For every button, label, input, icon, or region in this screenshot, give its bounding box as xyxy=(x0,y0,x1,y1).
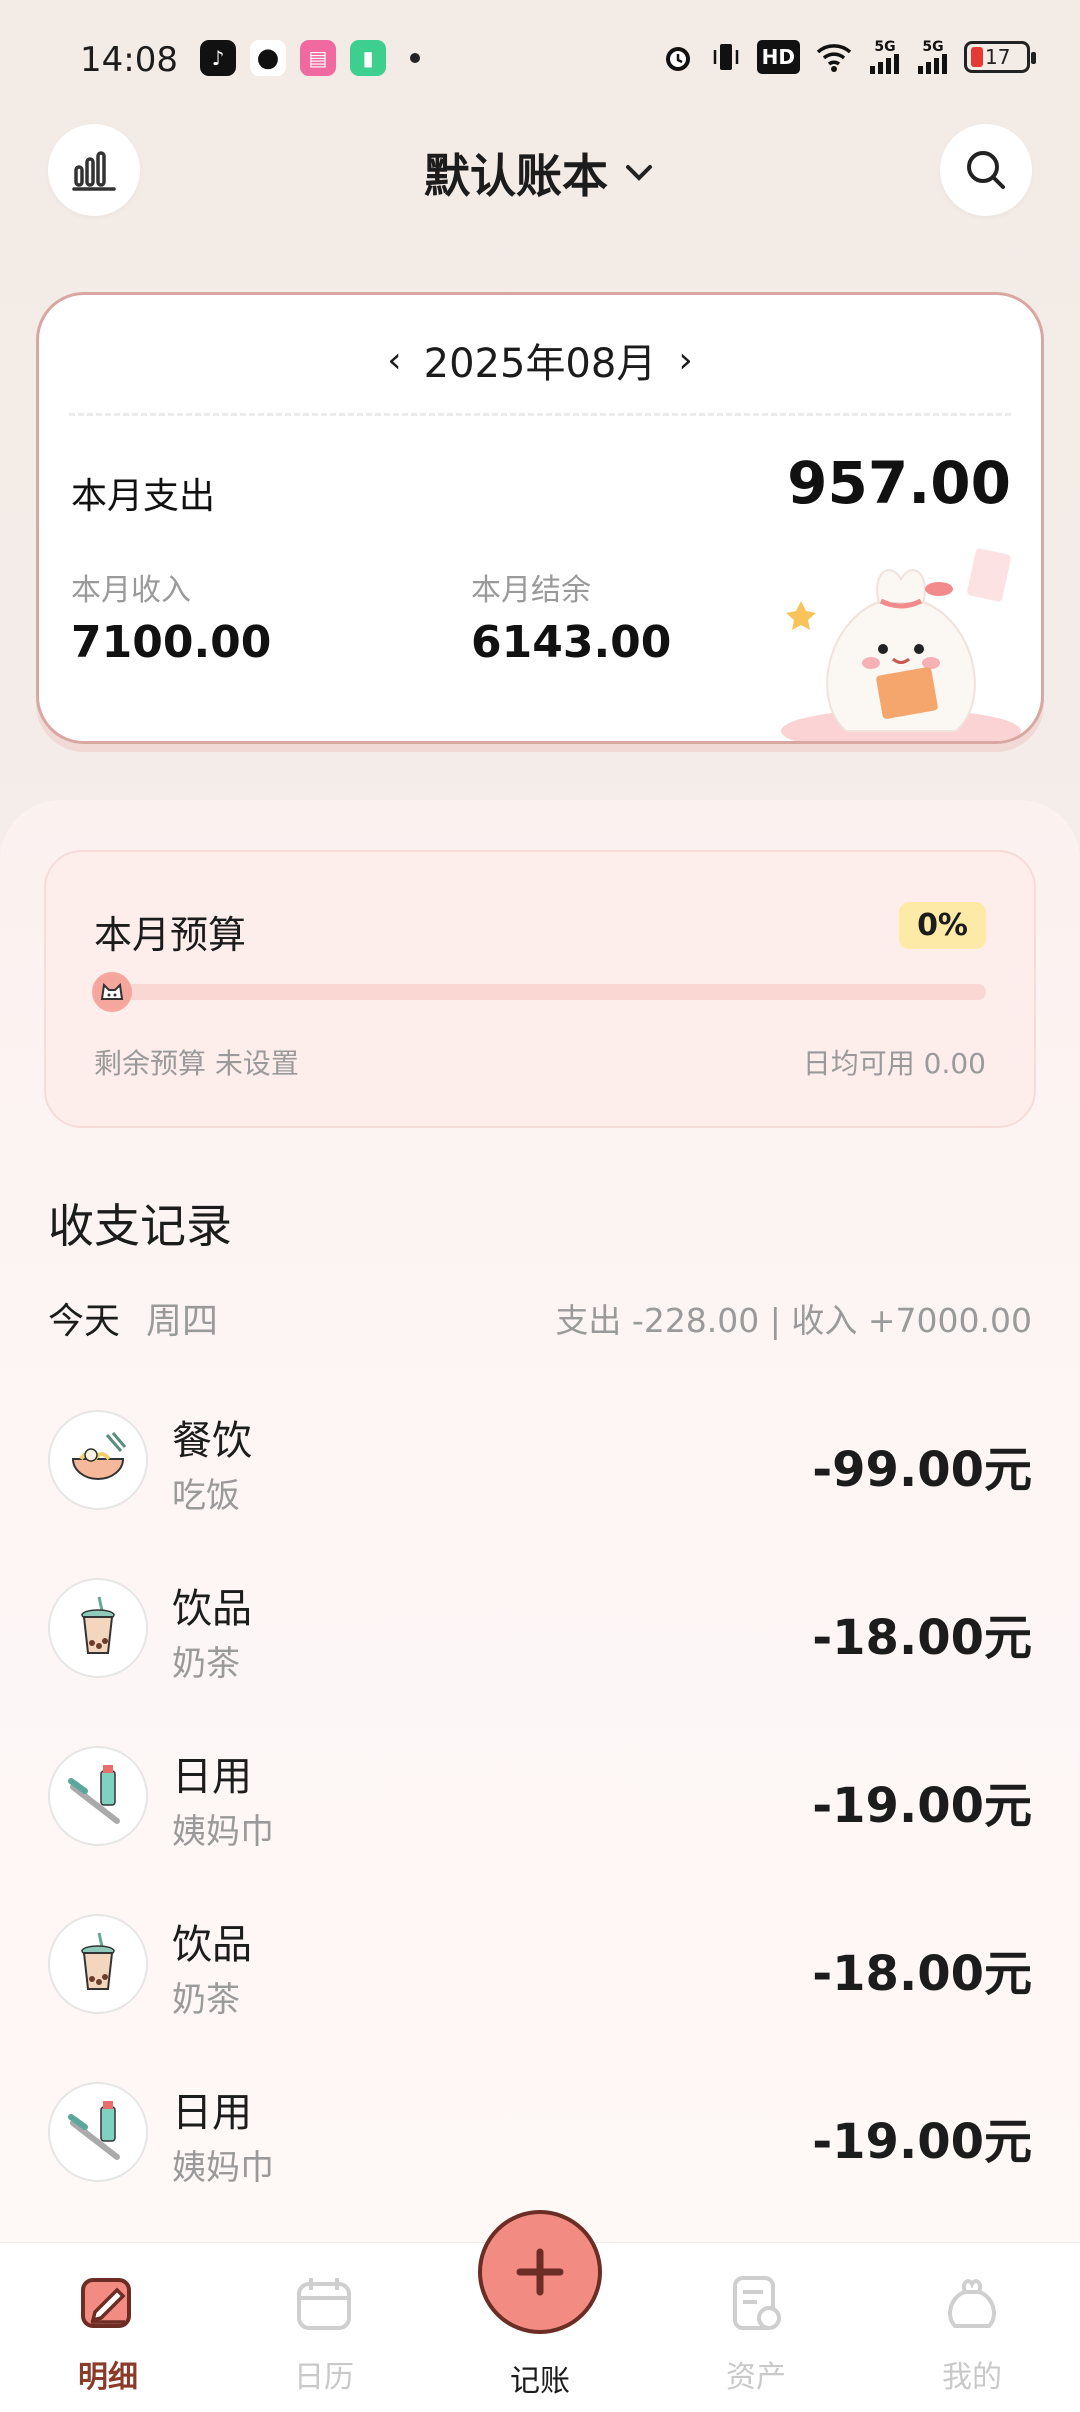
record-note: 姨妈巾 xyxy=(172,2148,274,2188)
toothbrush-icon xyxy=(48,1746,148,1846)
record-note: 姨妈巾 xyxy=(172,1812,274,1852)
expense-value: 957.00 xyxy=(787,449,1011,517)
calendar-icon xyxy=(297,2278,351,2330)
record-note: 吃饭 xyxy=(172,1476,240,1516)
app-icon: ▤ xyxy=(300,40,336,76)
budget-daily-available: 日均可用 0.00 xyxy=(802,1047,986,1080)
month-label[interactable]: 2025年08月 xyxy=(424,331,657,389)
chevron-down-icon xyxy=(626,165,652,181)
add-record-button[interactable] xyxy=(478,2210,602,2334)
nav-details[interactable]: 明细 xyxy=(0,2242,216,2412)
signal-icon-1: 5G xyxy=(868,40,902,74)
network-label-2: 5G xyxy=(922,39,944,55)
add-record-label: 记账 xyxy=(510,2364,570,2399)
bubble-tea-icon xyxy=(48,1578,148,1678)
battery-app-icon: ▮ xyxy=(350,40,386,76)
records-title: 收支记录 xyxy=(48,1199,232,1253)
day-label: 今天 xyxy=(48,1301,121,1342)
hd-icon: HD xyxy=(756,40,800,74)
alarm-icon xyxy=(661,40,695,74)
profile-bag-icon xyxy=(948,2279,996,2328)
nav-details-label: 明细 xyxy=(78,2360,138,2395)
record-amount: -19.00元 xyxy=(812,1778,1032,1834)
tiktok-icon: ♪ xyxy=(200,40,236,76)
budget-percent-badge: 0% xyxy=(899,902,986,949)
status-bar: 14:08 ♪ ● ▤ ▮ HD 5G 5G 17 xyxy=(0,0,1080,120)
month-switcher: ‹ 2025年08月 › xyxy=(39,331,1041,389)
record-note: 奶茶 xyxy=(172,1980,240,2020)
record-item[interactable]: 餐饮 吃饭 -99.00元 xyxy=(0,1390,1080,1540)
status-time: 14:08 xyxy=(80,40,178,80)
expense-label: 本月支出 xyxy=(71,476,216,517)
nav-assets[interactable]: 资产 xyxy=(648,2242,864,2412)
network-label-1: 5G xyxy=(874,39,896,55)
budget-progress-bar xyxy=(98,984,986,1000)
assets-document-icon xyxy=(733,2276,781,2330)
record-item[interactable]: 日用 姨妈巾 -19.00元 xyxy=(0,2062,1080,2212)
mascot-illustration xyxy=(781,548,1021,741)
record-item[interactable]: 饮品 奶茶 -18.00元 xyxy=(0,1558,1080,1708)
day-summary: 支出 -228.00 | 收入 +7000.00 xyxy=(555,1301,1032,1340)
income-value: 7100.00 xyxy=(71,617,272,668)
record-category: 日用 xyxy=(172,2090,252,2136)
search-button[interactable] xyxy=(940,124,1032,216)
record-category: 餐饮 xyxy=(172,1418,252,1464)
record-category: 饮品 xyxy=(172,1586,252,1632)
system-icons: HD 5G 5G 17 xyxy=(661,40,1036,74)
search-icon xyxy=(967,151,1005,189)
notification-icons: ♪ ● ▤ ▮ xyxy=(200,40,420,76)
ledger-title: 默认账本 xyxy=(424,149,608,203)
record-item[interactable]: 饮品 奶茶 -18.00元 xyxy=(0,1894,1080,2044)
toothbrush-icon xyxy=(48,2082,148,2182)
battery-icon: 17 xyxy=(964,41,1036,73)
signal-icon-2: 5G xyxy=(916,40,950,74)
battery-level: 17 xyxy=(985,45,1011,69)
monthly-summary-card: ‹ 2025年08月 › 本月支出 957.00 本月收入 7100.00 本月… xyxy=(36,292,1044,744)
nav-calendar[interactable]: 日历 xyxy=(216,2242,432,2412)
budget-card[interactable]: 本月预算 0% 剩余预算 未设置 日均可用 0.00 xyxy=(44,850,1036,1128)
day-weekday: 周四 xyxy=(146,1301,219,1342)
balance-label: 本月结余 xyxy=(471,573,591,608)
prev-month-icon[interactable]: ‹ xyxy=(387,340,401,381)
balance-value: 6143.00 xyxy=(471,617,672,668)
divider xyxy=(69,413,1011,416)
record-amount: -18.00元 xyxy=(812,1946,1032,2002)
wechat-icon: ● xyxy=(250,40,286,76)
vibrate-icon xyxy=(709,40,743,74)
nav-me[interactable]: 我的 xyxy=(864,2242,1080,2412)
income-label: 本月收入 xyxy=(71,573,191,608)
record-amount: -99.00元 xyxy=(812,1442,1032,1498)
nav-me-label: 我的 xyxy=(942,2360,1002,2395)
record-category: 日用 xyxy=(172,1754,252,1800)
ledger-selector[interactable]: 默认账本 xyxy=(0,140,1080,206)
more-dot-icon xyxy=(410,53,420,63)
noodle-bowl-icon xyxy=(48,1410,148,1510)
bubble-tea-icon xyxy=(48,1914,148,2014)
nav-assets-label: 资产 xyxy=(726,2360,786,2395)
record-amount: -19.00元 xyxy=(812,2114,1032,2170)
details-edit-icon xyxy=(81,2278,131,2328)
nav-calendar-label: 日历 xyxy=(294,2360,354,2395)
record-note: 奶茶 xyxy=(172,1644,240,1684)
record-category: 饮品 xyxy=(172,1922,252,1968)
wifi-icon xyxy=(814,40,854,74)
budget-remaining: 剩余预算 未设置 xyxy=(94,1047,299,1080)
budget-progress-cat-icon xyxy=(92,972,132,1012)
next-month-icon[interactable]: › xyxy=(678,340,692,381)
plus-icon xyxy=(516,2248,564,2296)
record-amount: -18.00元 xyxy=(812,1610,1032,1666)
record-item[interactable]: 日用 姨妈巾 -19.00元 xyxy=(0,1726,1080,1876)
budget-title: 本月预算 xyxy=(94,913,247,957)
